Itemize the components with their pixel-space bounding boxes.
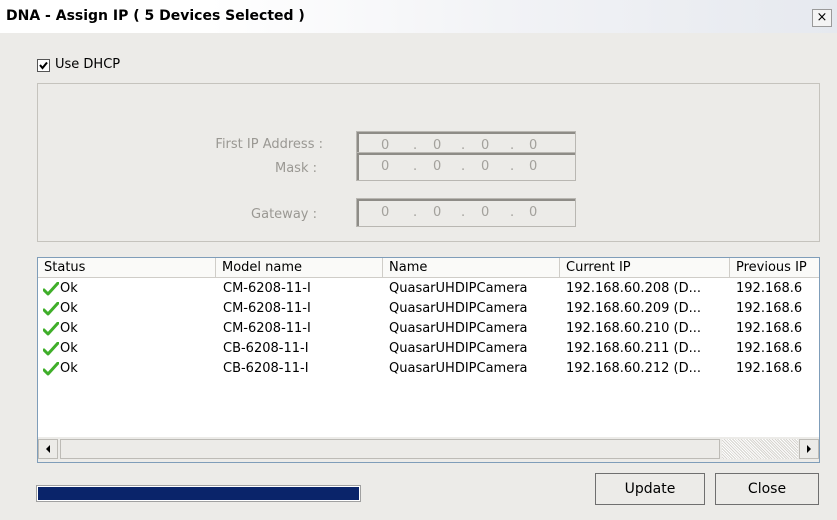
close-button[interactable]: Close	[715, 473, 819, 505]
mask-label: Mask :	[275, 161, 317, 176]
arrow-left-icon	[46, 445, 50, 453]
update-button[interactable]: Update	[595, 473, 705, 505]
gateway-label: Gateway :	[251, 207, 317, 222]
checkmark-icon	[39, 61, 48, 70]
previous-ip-cell: 192.168.6	[736, 341, 803, 356]
progress-bar	[36, 485, 361, 502]
status-cell: Ok	[60, 281, 78, 296]
current-ip-cell: 192.168.60.210 (D...	[566, 321, 701, 336]
table-row[interactable]: Ok CB-6208-11-I QuasarUHDIPCamera 192.16…	[38, 359, 819, 380]
separator: .	[461, 138, 466, 153]
octet: 0	[433, 205, 442, 220]
status-cell: Ok	[60, 361, 78, 376]
horizontal-scrollbar[interactable]	[38, 437, 819, 462]
octet: 0	[433, 138, 442, 153]
scrollbar-thumb[interactable]	[60, 439, 720, 459]
separator: .	[413, 159, 418, 174]
octet: 0	[481, 205, 490, 220]
title-bar: DNA - Assign IP ( 5 Devices Selected ) ×	[0, 0, 837, 33]
previous-ip-cell: 192.168.6	[736, 281, 803, 296]
model-cell: CM-6208-11-I	[223, 281, 311, 296]
previous-ip-cell: 192.168.6	[736, 321, 803, 336]
use-dhcp-label: Use DHCP	[55, 57, 121, 72]
octet: 0	[529, 159, 538, 174]
table-row[interactable]: Ok CM-6208-11-I QuasarUHDIPCamera 192.16…	[38, 279, 819, 300]
column-header-previous-ip[interactable]: Previous IP	[730, 258, 819, 278]
assign-ip-dialog: DNA - Assign IP ( 5 Devices Selected ) ×…	[0, 0, 837, 520]
column-header-name[interactable]: Name	[383, 258, 560, 278]
separator: .	[461, 205, 466, 220]
status-cell: Ok	[60, 321, 78, 336]
first-ip-label: First IP Address :	[215, 137, 323, 152]
separator: .	[413, 205, 418, 220]
gateway-input[interactable]: 0 . 0 . 0 . 0	[356, 198, 576, 227]
close-window-button[interactable]: ×	[812, 9, 832, 27]
table-row[interactable]: Ok CB-6208-11-I QuasarUHDIPCamera 192.16…	[38, 339, 819, 360]
name-cell: QuasarUHDIPCamera	[389, 281, 528, 296]
previous-ip-cell: 192.168.6	[736, 301, 803, 316]
model-cell: CM-6208-11-I	[223, 301, 311, 316]
close-icon: ×	[816, 10, 828, 25]
octet: 0	[381, 205, 390, 220]
name-cell: QuasarUHDIPCamera	[389, 361, 528, 376]
column-header-current-ip[interactable]: Current IP	[560, 258, 730, 278]
model-cell: CB-6208-11-I	[223, 361, 309, 376]
name-cell: QuasarUHDIPCamera	[389, 341, 528, 356]
window-title: DNA - Assign IP ( 5 Devices Selected )	[6, 8, 305, 24]
green-check-icon	[42, 301, 60, 320]
column-header-status[interactable]: Status	[38, 258, 216, 278]
separator: .	[461, 159, 466, 174]
column-header-model-name[interactable]: Model name	[216, 258, 383, 278]
current-ip-cell: 192.168.60.209 (D...	[566, 301, 701, 316]
name-cell: QuasarUHDIPCamera	[389, 301, 528, 316]
separator: .	[510, 159, 515, 174]
previous-ip-cell: 192.168.6	[736, 361, 803, 376]
scroll-left-button[interactable]	[38, 439, 58, 459]
green-check-icon	[42, 361, 60, 380]
green-check-icon	[42, 281, 60, 300]
table-row[interactable]: Ok CM-6208-11-I QuasarUHDIPCamera 192.16…	[38, 299, 819, 320]
model-cell: CM-6208-11-I	[223, 321, 311, 336]
octet: 0	[381, 159, 390, 174]
octet: 0	[481, 138, 490, 153]
status-cell: Ok	[60, 301, 78, 316]
separator: .	[510, 205, 515, 220]
green-check-icon	[42, 341, 60, 360]
separator: .	[510, 138, 515, 153]
current-ip-cell: 192.168.60.208 (D...	[566, 281, 701, 296]
status-cell: Ok	[60, 341, 78, 356]
octet: 0	[381, 138, 390, 153]
scrollbar-track[interactable]	[722, 439, 798, 459]
green-check-icon	[42, 321, 60, 340]
arrow-right-icon	[807, 445, 811, 453]
use-dhcp-checkbox[interactable]	[37, 59, 50, 72]
current-ip-cell: 192.168.60.211 (D...	[566, 341, 701, 356]
ip-settings-group: First IP Address : 0 . 0 . 0 . 0 Mask : …	[37, 83, 820, 242]
model-cell: CB-6208-11-I	[223, 341, 309, 356]
name-cell: QuasarUHDIPCamera	[389, 321, 528, 336]
device-table: Status Model name Name Current IP Previo…	[37, 257, 820, 463]
progress-fill	[38, 487, 359, 500]
mask-input[interactable]: 0 . 0 . 0 . 0	[356, 152, 576, 181]
scroll-right-button[interactable]	[799, 439, 819, 459]
table-row[interactable]: Ok CM-6208-11-I QuasarUHDIPCamera 192.16…	[38, 319, 819, 340]
octet: 0	[529, 138, 538, 153]
current-ip-cell: 192.168.60.212 (D...	[566, 361, 701, 376]
octet: 0	[481, 159, 490, 174]
octet: 0	[529, 205, 538, 220]
separator: .	[413, 138, 418, 153]
octet: 0	[433, 159, 442, 174]
